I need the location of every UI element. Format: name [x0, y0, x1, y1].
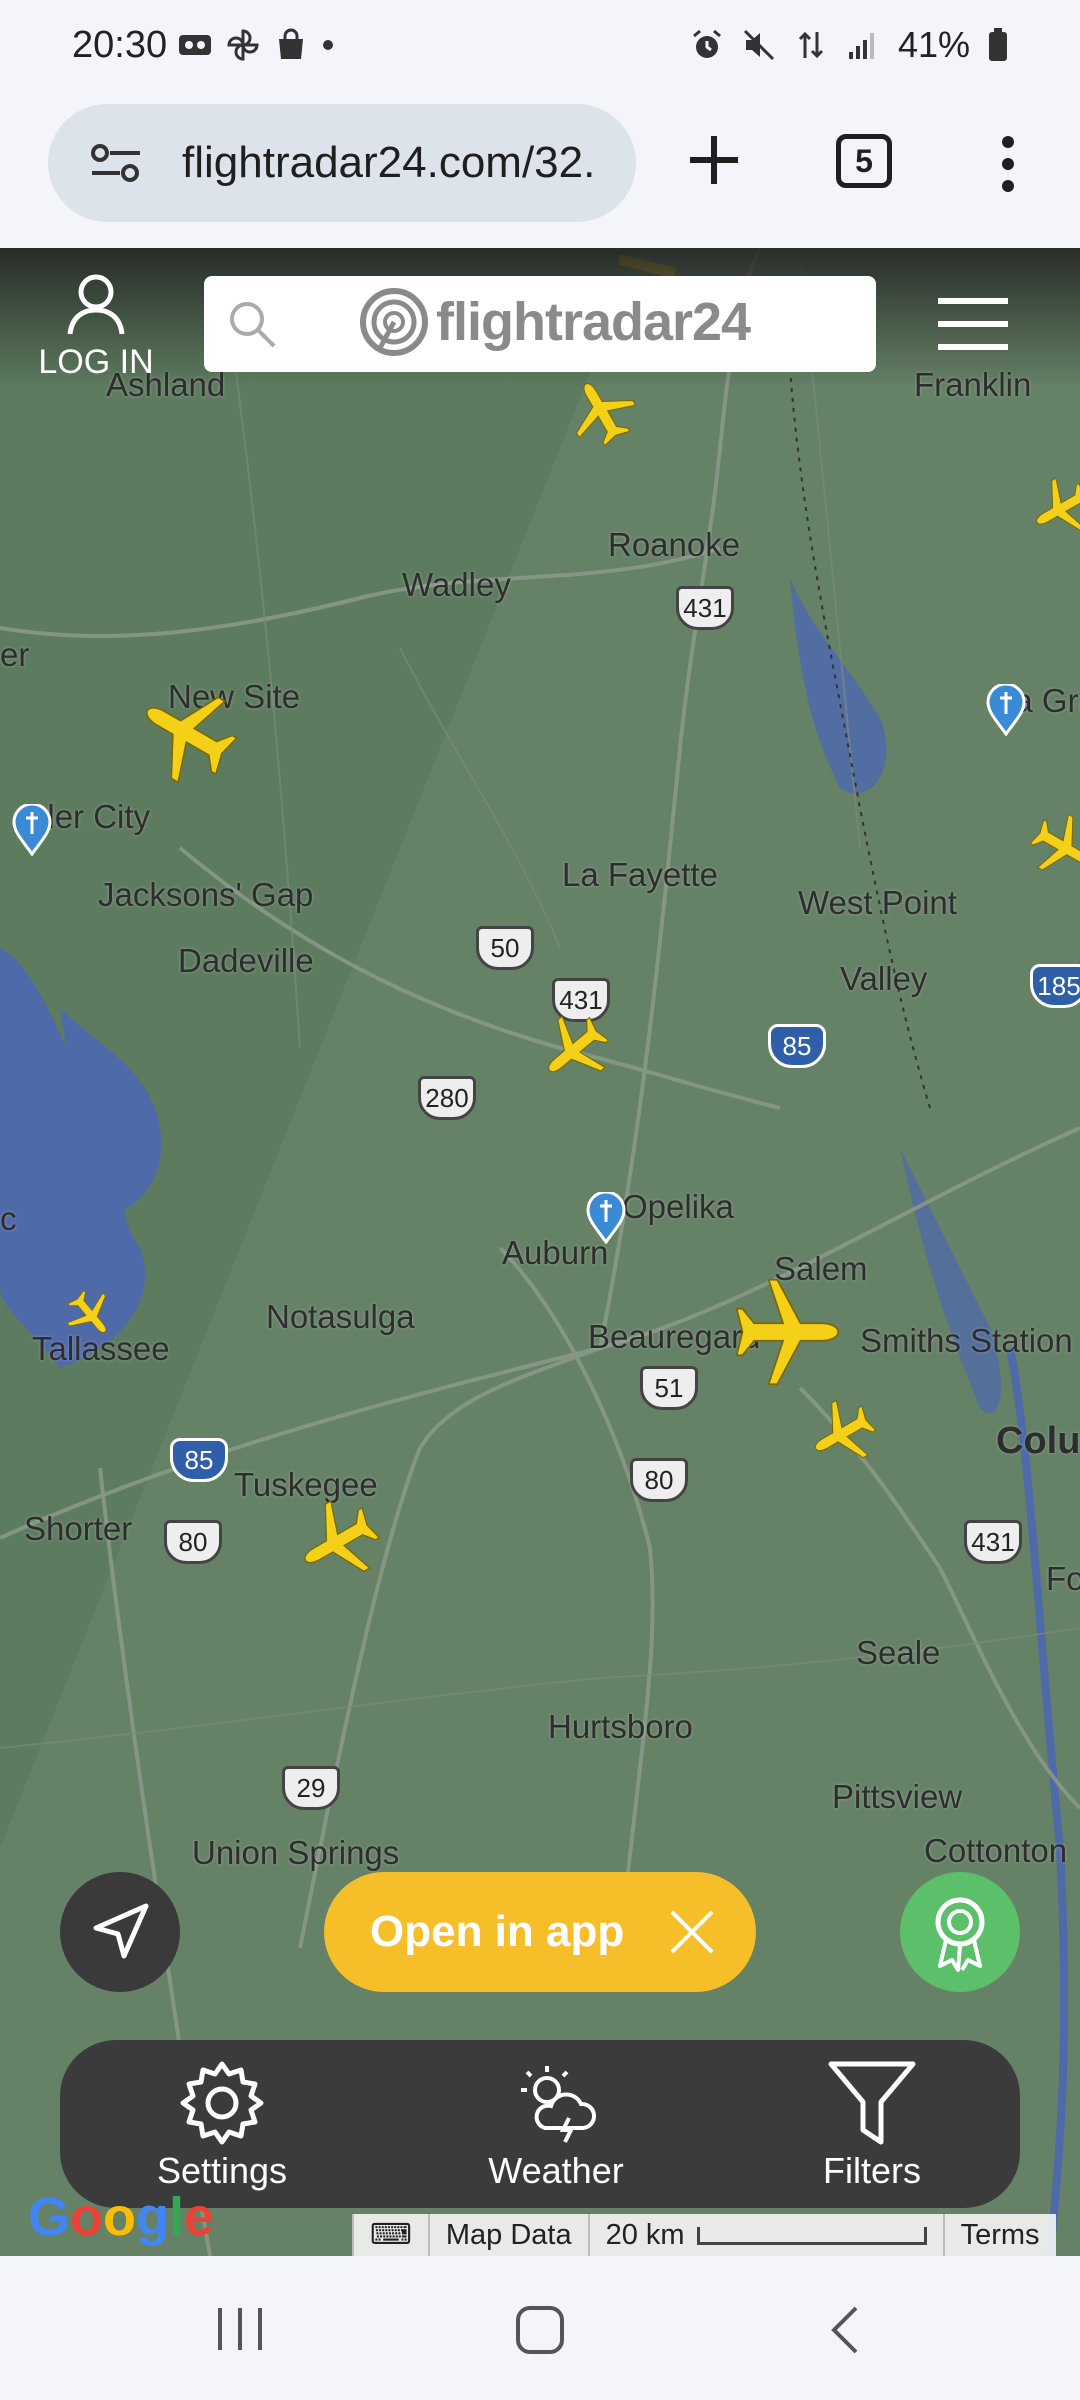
place-label: La Fayette	[562, 856, 718, 893]
open-in-app-banner[interactable]: Open in app	[324, 1872, 756, 1992]
flight-search-box[interactable]: flightradar24	[204, 276, 876, 372]
place-label: Roanoke	[608, 526, 741, 563]
user-icon	[67, 274, 125, 335]
signal-icon	[848, 33, 874, 59]
place-label: Colu	[996, 1420, 1080, 1462]
login-button[interactable]: LOG IN	[34, 272, 158, 382]
logo-text: flightradar24	[436, 292, 751, 352]
search-icon	[230, 302, 276, 348]
place-label: c	[0, 1200, 17, 1237]
dot-icon	[323, 40, 333, 50]
place-label: Dadeville	[178, 942, 314, 979]
alarm-icon	[692, 29, 721, 58]
mute-icon	[743, 29, 774, 61]
more-options-icon[interactable]	[996, 136, 1020, 192]
aircraft-icon[interactable]	[728, 1274, 844, 1390]
interstate-shield: 85	[170, 1438, 228, 1482]
terms-link[interactable]: Terms	[942, 2214, 1056, 2256]
place-label: Smiths Station	[860, 1322, 1073, 1359]
scale-bar	[696, 2227, 927, 2246]
achievements-button[interactable]	[900, 1872, 1020, 1992]
my-location-button[interactable]	[60, 1872, 180, 1992]
battery-percent: 41%	[897, 24, 970, 65]
navigation-arrow-icon	[93, 1903, 149, 1959]
site-settings-icon[interactable]	[90, 143, 142, 183]
place-label: Pittsview	[832, 1778, 963, 1815]
aircraft-icon[interactable]	[1030, 476, 1080, 540]
url-text: flightradar24.com/32.	[182, 138, 596, 187]
address-bar[interactable]: flightradar24.com/32.	[48, 104, 636, 222]
place-label: Wadley	[402, 566, 511, 603]
place-label: Shorter	[24, 1510, 133, 1547]
shopping-bag-icon	[279, 28, 303, 59]
award-ribbon-icon	[935, 1897, 985, 1972]
route-shield: 29	[282, 1766, 340, 1810]
route-shield: 50	[476, 926, 534, 970]
recent-apps-icon[interactable]	[214, 2306, 266, 2352]
place-label: Union Springs	[192, 1834, 400, 1871]
aircraft-icon[interactable]	[808, 1398, 878, 1468]
map-data-link[interactable]: Map Data	[427, 2214, 588, 2256]
voicemail-icon	[179, 35, 211, 55]
google-logo: Google	[28, 2187, 215, 2247]
place-label: Opelika	[622, 1188, 734, 1225]
place-label: Fo	[1046, 1560, 1080, 1597]
status-time: 20:30	[72, 24, 168, 66]
airport-marker-icon[interactable]	[12, 804, 52, 856]
flightradar24-logo: flightradar24	[360, 288, 751, 356]
pinwheel-icon	[227, 29, 259, 61]
route-shield: 80	[630, 1458, 688, 1502]
place-label: er	[0, 636, 30, 673]
screen: { "status_bar": { "time": "20:30", "batt…	[0, 0, 1080, 2400]
interstate-shield: 85	[768, 1024, 826, 1068]
home-icon[interactable]	[514, 2304, 566, 2356]
route-shield: 80	[164, 1520, 222, 1564]
hamburger-menu-icon[interactable]	[936, 296, 1010, 352]
route-shield: 431	[676, 586, 734, 630]
battery-icon	[989, 28, 1007, 61]
system-navigation-bar	[0, 2256, 1080, 2400]
weather-label: Weather	[488, 2150, 624, 2191]
route-shield: 280	[418, 1076, 476, 1120]
tab-switcher-button[interactable]: 5	[836, 134, 892, 188]
weather-button[interactable]: Weather	[456, 2058, 656, 2192]
place-label: Seale	[856, 1634, 941, 1671]
new-tab-icon[interactable]	[684, 130, 744, 190]
filter-funnel-icon	[828, 2061, 916, 2145]
map-attribution: ⌨ Map Data 20 km Terms	[352, 2214, 1056, 2256]
place-label: Valley	[840, 960, 928, 997]
weather-cloud-sun-icon	[521, 2066, 596, 2143]
aircraft-icon[interactable]	[296, 1498, 382, 1584]
aircraft-icon[interactable]	[1028, 812, 1080, 880]
place-label: Notasulga	[266, 1298, 415, 1335]
settings-button[interactable]: Settings	[122, 2058, 322, 2192]
place-label: Hurtsboro	[548, 1708, 693, 1745]
close-icon[interactable]	[668, 1908, 716, 1956]
back-icon[interactable]	[826, 2304, 866, 2356]
status-bar: 20:30 41%	[0, 0, 1080, 96]
map-scale: 20 km	[587, 2214, 943, 2256]
map-toolbar: Settings Weather Filters	[60, 2040, 1020, 2208]
place-label: West Point	[798, 884, 957, 921]
gear-icon	[180, 2061, 264, 2145]
airport-marker-icon[interactable]	[986, 684, 1026, 736]
route-shield: 431	[964, 1520, 1022, 1564]
aircraft-icon[interactable]	[64, 1288, 116, 1340]
keyboard-shortcuts-icon[interactable]: ⌨	[352, 2214, 428, 2256]
aircraft-icon[interactable]	[136, 682, 240, 786]
route-shield: 51	[640, 1366, 698, 1410]
interstate-shield: 185	[1030, 964, 1080, 1008]
airport-marker-icon[interactable]	[586, 1192, 626, 1244]
data-transfer-icon	[798, 31, 823, 59]
aircraft-icon[interactable]	[538, 1012, 612, 1086]
browser-toolbar: flightradar24.com/32. 5	[0, 96, 1080, 248]
place-label: Cottonton	[924, 1832, 1068, 1869]
radar-logo-icon	[360, 288, 428, 356]
place-label: Jacksons' Gap	[98, 876, 314, 913]
open-in-app-label: Open in app	[370, 1907, 625, 1956]
filters-label: Filters	[823, 2150, 921, 2191]
login-label: LOG IN	[38, 343, 154, 381]
filters-button[interactable]: Filters	[772, 2058, 972, 2192]
